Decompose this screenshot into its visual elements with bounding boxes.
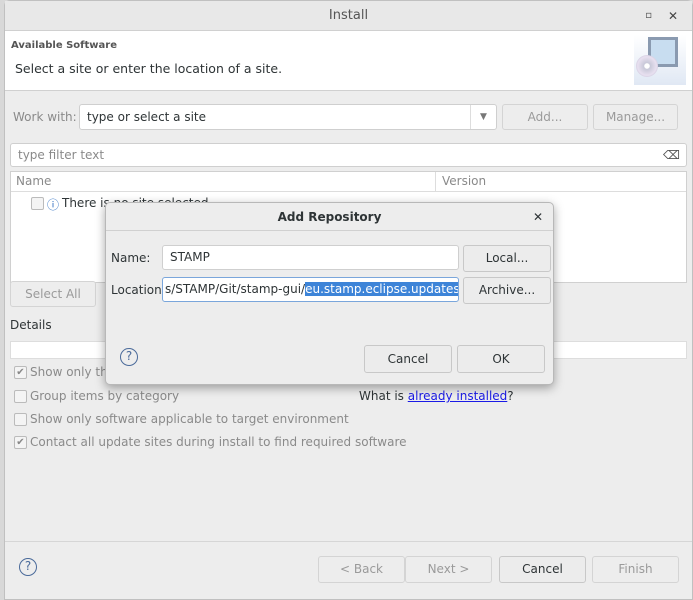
location-text: s/STAMP/Git/stamp-gui/ — [165, 282, 306, 296]
info-icon: ⓘ — [47, 198, 60, 212]
checkbox[interactable] — [14, 390, 27, 403]
option-label: Contact all update sites during install … — [30, 435, 407, 449]
dialog-title: Add Repository — [277, 210, 382, 224]
option-label: Show only the — [30, 365, 116, 379]
location-selected-text: eu.stamp.eclipse.updatesite/ — [305, 282, 458, 296]
dialog-ok-button[interactable]: OK — [457, 345, 545, 373]
dialog-title-bar: Add Repository ✕ — [106, 203, 553, 231]
back-button[interactable]: < Back — [318, 556, 405, 583]
location-input[interactable]: s/STAMP/Git/stamp-gui/eu.stamp.eclipse.u… — [162, 277, 459, 302]
checkbox-checked-icon[interactable]: ✔ — [14, 436, 27, 449]
row-checkbox[interactable] — [31, 197, 44, 210]
work-with-combo[interactable]: type or select a site ▼ — [79, 104, 497, 130]
installed-prefix: What is — [359, 389, 408, 403]
already-installed-text: What is already installed? — [359, 389, 514, 403]
column-version[interactable]: Version — [435, 172, 486, 192]
install-software-icon — [634, 35, 686, 85]
add-repository-dialog: Add Repository ✕ Name: STAMP Local... Lo… — [105, 202, 554, 385]
header-title: Available Software — [11, 40, 118, 51]
option-label: Show only software applicable to target … — [30, 412, 349, 426]
title-bar: Install ▫ ✕ — [5, 1, 692, 31]
dialog-close-icon[interactable]: ✕ — [533, 203, 543, 231]
already-installed-link[interactable]: already installed — [408, 389, 508, 403]
help-icon[interactable]: ? — [19, 558, 37, 576]
cancel-button[interactable]: Cancel — [499, 556, 586, 583]
add-button[interactable]: Add... — [502, 104, 588, 130]
dialog-cancel-button[interactable]: Cancel — [364, 345, 452, 373]
details-label: Details — [10, 318, 52, 332]
select-all-button[interactable]: Select All — [10, 281, 96, 307]
window-title: Install — [328, 8, 369, 23]
work-with-value: type or select a site — [87, 110, 207, 124]
work-with-label: Work with: — [13, 110, 77, 124]
installed-suffix: ? — [507, 389, 514, 403]
checkbox-checked-icon[interactable]: ✔ — [14, 366, 27, 379]
dialog-help-icon[interactable]: ? — [120, 348, 138, 366]
option-label: Group items by category — [30, 389, 180, 403]
finish-button[interactable]: Finish — [592, 556, 679, 583]
filter-input[interactable]: type filter text ⌫ — [10, 143, 687, 167]
header: Available Software Select a site or ente… — [5, 31, 692, 91]
filter-placeholder: type filter text — [18, 148, 105, 162]
maximize-icon[interactable]: ▫ — [645, 1, 652, 31]
next-button[interactable]: Next > — [405, 556, 492, 583]
header-subtitle: Select a site or enter the location of a… — [15, 61, 283, 76]
close-icon[interactable]: ✕ — [668, 1, 678, 31]
name-label: Name: — [111, 251, 151, 265]
location-label: Location: — [111, 283, 166, 297]
clear-icon[interactable]: ⌫ — [663, 144, 680, 166]
checkbox[interactable] — [14, 413, 27, 426]
column-name[interactable]: Name — [16, 172, 51, 191]
name-input[interactable]: STAMP — [162, 245, 459, 270]
footer-divider — [5, 541, 692, 542]
local-button[interactable]: Local... — [463, 245, 551, 272]
manage-button[interactable]: Manage... — [593, 104, 678, 130]
chevron-down-icon[interactable]: ▼ — [470, 105, 496, 129]
archive-button[interactable]: Archive... — [463, 277, 551, 304]
table-header: Name Version — [11, 172, 686, 192]
